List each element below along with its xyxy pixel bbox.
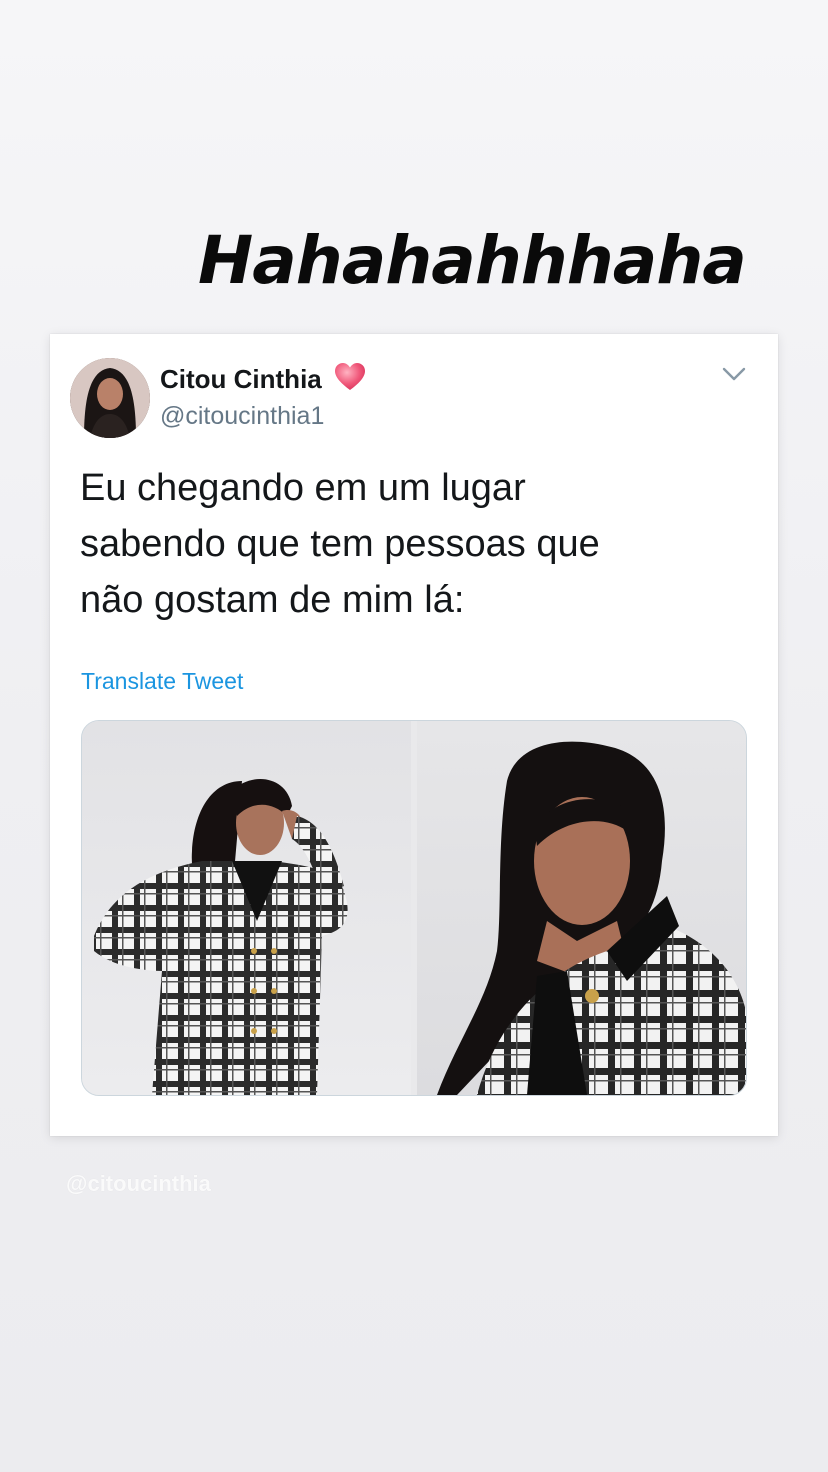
photo-right[interactable]: [417, 721, 746, 1095]
display-name[interactable]: Citou Cinthia: [160, 364, 322, 395]
tweet-text: Eu chegando em um lugar sabendo que tem …: [80, 467, 600, 621]
avatar[interactable]: [70, 358, 150, 438]
heart-emoji-icon: [335, 363, 365, 390]
woman-posing-photo: [94, 779, 348, 1095]
tweet-card[interactable]: Citou Cinthia @citoucinthia1 Eu chegando…: [50, 334, 778, 1136]
translate-tweet-link[interactable]: Translate Tweet: [81, 668, 243, 695]
woman-portrait-photo: [437, 741, 746, 1095]
tweet-media[interactable]: [81, 720, 747, 1096]
photo-left[interactable]: [82, 721, 411, 1095]
story-watermark: @citoucinthia: [66, 1171, 211, 1196]
user-handle[interactable]: @citoucinthia1: [160, 402, 324, 431]
chevron-down-icon[interactable]: [722, 366, 746, 382]
story-caption: Hahahahhhaha: [198, 222, 747, 299]
